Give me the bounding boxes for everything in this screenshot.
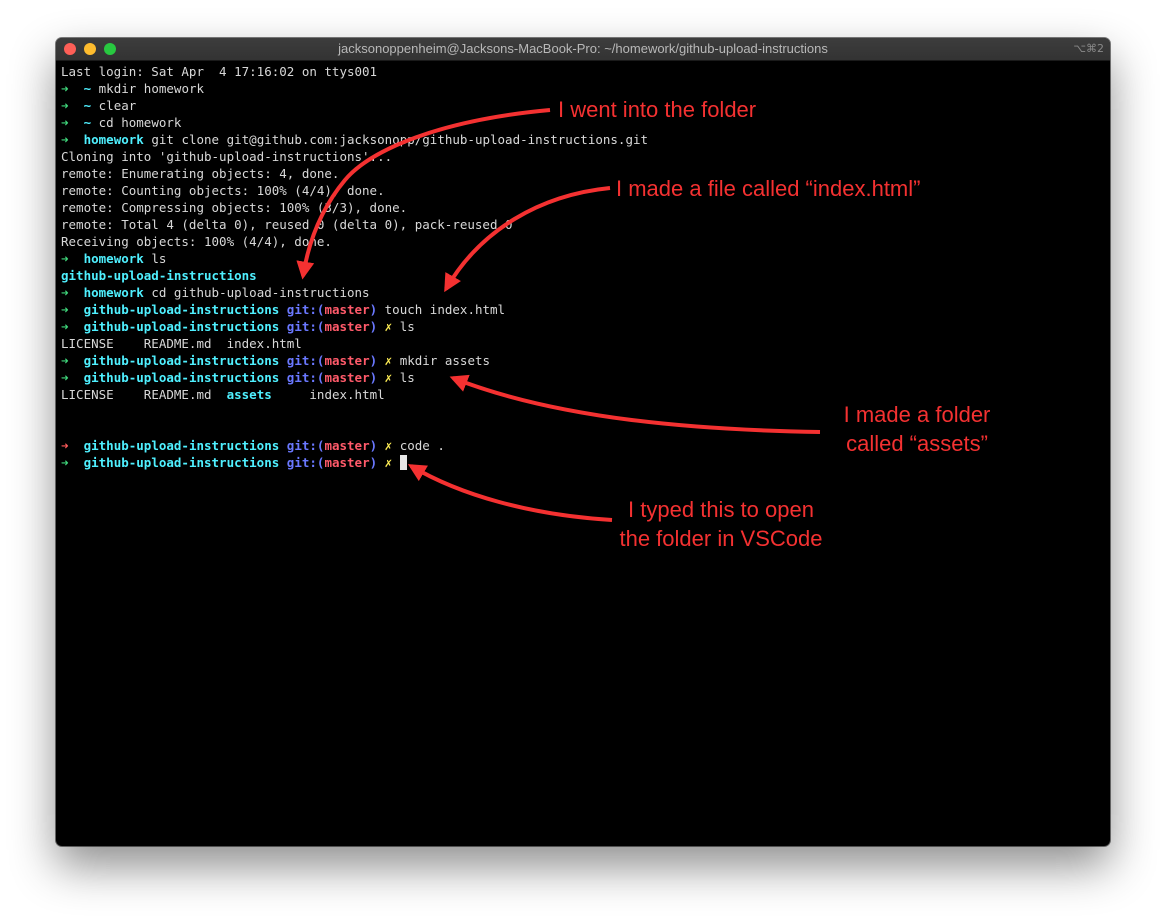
window-shortcut-label: ⌥⌘2 <box>1073 42 1104 55</box>
prompt-directory: github-upload-instructions <box>83 370 280 385</box>
prompt-directory: github-upload-instructions <box>83 319 280 334</box>
prompt-directory: ~ <box>83 115 92 130</box>
prompt-directory: ~ <box>83 81 92 96</box>
git-branch: master <box>324 455 370 470</box>
annotation-open-vscode-line1: I typed this to open <box>628 497 814 522</box>
git-label-close: ) <box>369 353 378 368</box>
command-text: ls <box>399 319 415 334</box>
prompt-directory: homework <box>83 251 144 266</box>
git-dirty-icon: ✗ <box>384 438 393 453</box>
output-text: remote: Counting objects: 100% (4/4), do… <box>61 183 385 198</box>
git-branch: master <box>324 438 370 453</box>
terminal-line: ➜ homework ls <box>61 250 1105 267</box>
terminal-line: github-upload-instructions <box>61 267 1105 284</box>
command-text: code . <box>399 438 445 453</box>
git-branch: master <box>324 353 370 368</box>
output-text: Receiving objects: 100% (4/4), done. <box>61 234 332 249</box>
git-branch: master <box>324 319 370 334</box>
prompt-arrow-icon: ➜ <box>61 115 69 130</box>
prompt-directory: github-upload-instructions <box>83 438 280 453</box>
prompt-directory: github-upload-instructions <box>83 353 280 368</box>
git-branch: master <box>324 370 370 385</box>
git-label: git:( <box>286 319 325 334</box>
terminal-line: Last login: Sat Apr 4 17:16:02 on ttys00… <box>61 63 1105 80</box>
command-text: clear <box>98 98 137 113</box>
command-text: touch index.html <box>384 302 506 317</box>
terminal-line: ➜ github-upload-instructions git:(master… <box>61 301 1105 318</box>
git-label: git:( <box>286 353 325 368</box>
listed-directory: assets <box>226 387 272 402</box>
terminal-line: remote: Enumerating objects: 4, done. <box>61 165 1105 182</box>
output-text: remote: Total 4 (delta 0), reused 0 (del… <box>61 217 513 232</box>
git-label: git:( <box>286 370 325 385</box>
terminal-line: LICENSE README.md index.html <box>61 335 1105 352</box>
listed-file: index.html <box>309 387 385 402</box>
prompt-arrow-icon: ➜ <box>61 302 69 317</box>
command-text: ls <box>399 370 415 385</box>
prompt-arrow-icon: ➜ <box>61 353 69 368</box>
git-label-close: ) <box>369 438 378 453</box>
terminal-line: ➜ github-upload-instructions git:(master… <box>61 369 1105 386</box>
text-cursor[interactable] <box>399 455 407 470</box>
output-text: remote: Compressing objects: 100% (3/3),… <box>61 200 408 215</box>
prompt-directory: ~ <box>83 98 92 113</box>
annotation-made-folder: I made a folder called “assets” <box>830 400 1004 458</box>
git-dirty-icon: ✗ <box>384 353 393 368</box>
git-label: git:( <box>286 455 325 470</box>
prompt-directory: homework <box>83 132 144 147</box>
git-label: git:( <box>286 302 325 317</box>
prompt-arrow-icon: ➜ <box>61 455 69 470</box>
terminal-line: remote: Compressing objects: 100% (3/3),… <box>61 199 1105 216</box>
terminal-line: remote: Counting objects: 100% (4/4), do… <box>61 182 1105 199</box>
git-dirty-icon: ✗ <box>384 455 393 470</box>
prompt-arrow-icon: ➜ <box>61 98 69 113</box>
command-text: cd homework <box>98 115 182 130</box>
prompt-arrow-icon: ➜ <box>61 438 69 453</box>
annotation-made-file: I made a file called “index.html” <box>616 176 921 201</box>
git-label-close: ) <box>369 370 378 385</box>
terminal-line: ➜ homework cd github-upload-instructions <box>61 284 1105 301</box>
login-text: Last login: Sat Apr 4 17:16:02 on ttys00… <box>61 64 378 79</box>
output-text: Cloning into 'github-upload-instructions… <box>61 149 393 164</box>
listed-file: LICENSE <box>61 387 114 402</box>
prompt-arrow-icon: ➜ <box>61 81 69 96</box>
command-text: ls <box>151 251 167 266</box>
output-text: LICENSE README.md index.html <box>61 336 302 351</box>
git-label-close: ) <box>369 455 378 470</box>
prompt-directory: github-upload-instructions <box>83 302 280 317</box>
listed-file: README.md <box>143 387 212 402</box>
command-text: mkdir homework <box>98 81 205 96</box>
git-label-close: ) <box>369 302 378 317</box>
prompt-arrow-icon: ➜ <box>61 285 69 300</box>
git-branch: master <box>324 302 370 317</box>
command-text: cd github-upload-instructions <box>151 285 370 300</box>
terminal-line: Cloning into 'github-upload-instructions… <box>61 148 1105 165</box>
window-title: jacksonoppenheim@Jacksons-MacBook-Pro: ~… <box>338 41 828 56</box>
prompt-arrow-icon: ➜ <box>61 251 69 266</box>
terminal-line: ➜ github-upload-instructions git:(master… <box>61 352 1105 369</box>
terminal-line: remote: Total 4 (delta 0), reused 0 (del… <box>61 216 1105 233</box>
output-text: remote: Enumerating objects: 4, done. <box>61 166 340 181</box>
prompt-arrow-icon: ➜ <box>61 370 69 385</box>
terminal-line: ➜ github-upload-instructions git:(master… <box>61 318 1105 335</box>
git-label: git:( <box>286 438 325 453</box>
listed-directory: github-upload-instructions <box>61 268 257 283</box>
annotation-open-vscode-line2: the folder in VSCode <box>619 526 823 551</box>
annotation-made-folder-line1: I made a folder <box>843 402 991 427</box>
prompt-arrow-icon: ➜ <box>61 132 69 147</box>
terminal-line: ➜ homework git clone git@github.com:jack… <box>61 131 1105 148</box>
annotation-went-into-folder: I went into the folder <box>558 97 757 122</box>
annotation-made-folder-line2: called “assets” <box>846 431 988 456</box>
git-dirty-icon: ✗ <box>384 370 393 385</box>
command-text: mkdir assets <box>399 353 491 368</box>
prompt-directory: github-upload-instructions <box>83 455 280 470</box>
git-dirty-icon: ✗ <box>384 319 393 334</box>
prompt-directory: homework <box>83 285 144 300</box>
git-label-close: ) <box>369 319 378 334</box>
terminal-line: Receiving objects: 100% (4/4), done. <box>61 233 1105 250</box>
prompt-arrow-icon: ➜ <box>61 319 69 334</box>
annotation-open-vscode: I typed this to open the folder in VSCod… <box>606 495 836 553</box>
title-bar[interactable]: jacksonoppenheim@Jacksons-MacBook-Pro: ~… <box>56 38 1110 61</box>
command-text: git clone git@github.com:jacksonopp/gith… <box>151 132 649 147</box>
